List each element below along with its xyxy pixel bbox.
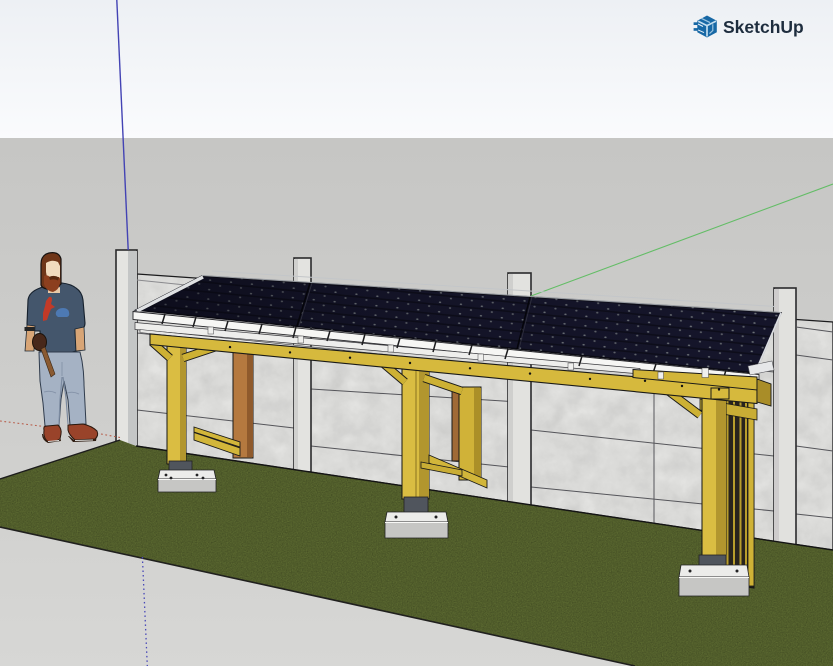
svg-text:SketchUp: SketchUp	[723, 17, 804, 37]
